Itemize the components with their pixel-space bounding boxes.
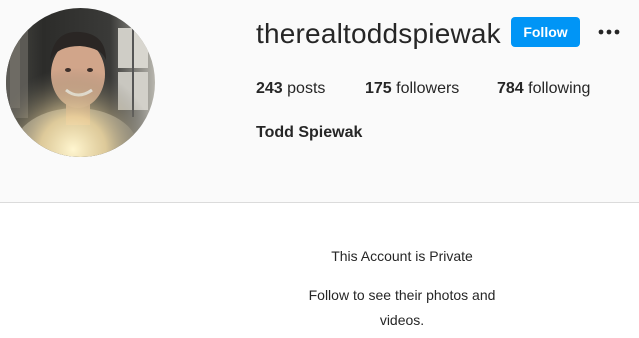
private-notice-subtitle: Follow to see their photos and videos. — [308, 287, 496, 328]
private-notice-title: This Account is Private — [331, 248, 473, 264]
profile-avatar[interactable] — [6, 8, 155, 157]
follow-button[interactable]: Follow — [511, 17, 580, 47]
profile-full-name: Todd Spiewak — [256, 124, 363, 141]
following-label: following — [528, 80, 591, 97]
more-options-button[interactable] — [594, 22, 624, 42]
stat-following[interactable]: 784 following — [497, 78, 590, 100]
avatar-photo — [6, 8, 155, 157]
posts-label: posts — [287, 80, 326, 97]
profile-username: therealtoddspiewak — [256, 18, 501, 49]
stat-posts: 243 posts — [256, 78, 325, 100]
posts-count: 243 — [256, 80, 283, 97]
followers-label: followers — [396, 80, 460, 97]
private-account-notice: This Account is Private Follow to see th… — [262, 238, 542, 333]
followers-count: 175 — [365, 80, 392, 97]
stat-followers[interactable]: 175 followers — [365, 78, 459, 100]
following-count: 784 — [497, 80, 524, 97]
more-options-icon — [598, 29, 620, 35]
profile-header: therealtoddspiewak Follow 243 posts 175 … — [0, 0, 639, 203]
